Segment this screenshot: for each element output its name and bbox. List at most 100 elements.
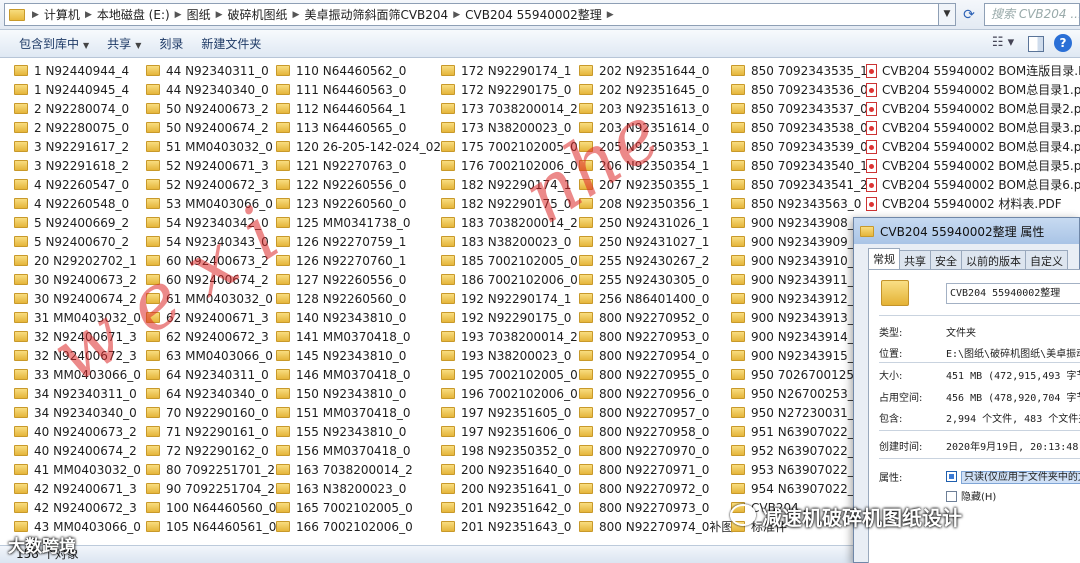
file-item[interactable]: 800 N92270952_0 xyxy=(579,308,733,327)
file-item[interactable]: 800 N92270974_0补图 xyxy=(579,517,733,536)
file-item[interactable]: 850 N92343563_0 xyxy=(731,194,868,213)
file-item[interactable]: 950 N27230031_1 xyxy=(731,403,868,422)
file-item[interactable]: 156 MM0370418_0 xyxy=(276,441,441,460)
file-item[interactable]: 192 N92290175_0 xyxy=(441,308,578,327)
file-item[interactable]: 64 N92340311_0 xyxy=(146,365,276,384)
file-item[interactable]: 141 MM0370418_0 xyxy=(276,327,441,346)
file-item[interactable]: 205 N92350353_1 xyxy=(579,137,733,156)
breadcrumb-drawings[interactable]: 图纸 xyxy=(185,6,213,23)
file-item[interactable]: CVB204 55940002 BOM总目录5.pdf xyxy=(866,156,1080,175)
file-item[interactable]: 800 N92270970_0 xyxy=(579,441,733,460)
file-item[interactable]: 850 7092343540_1 xyxy=(731,156,868,175)
file-item[interactable]: 30 N92400674_2 xyxy=(14,289,141,308)
file-item[interactable]: 34 N92340311_0 xyxy=(14,384,141,403)
file-item[interactable]: 183 N38200023_0 xyxy=(441,232,578,251)
file-item[interactable]: 126 N92270760_1 xyxy=(276,251,441,270)
file-item[interactable]: 60 N92400674_2 xyxy=(146,270,276,289)
file-item[interactable]: 5 N92400670_2 xyxy=(14,232,141,251)
new-folder-button[interactable]: 新建文件夹 xyxy=(192,33,270,55)
file-item[interactable]: 954 N63907022_0 xyxy=(731,479,868,498)
file-item[interactable]: 54 N92340342_0 xyxy=(146,213,276,232)
file-item[interactable]: 40 N92400674_2 xyxy=(14,441,141,460)
file-item[interactable]: 900 N92343911_1 xyxy=(731,270,868,289)
file-item[interactable]: 950 7026700125_0 xyxy=(731,365,868,384)
chevron-right-icon[interactable]: ▶ xyxy=(450,10,463,20)
address-bar[interactable]: ▶ 计算机 ▶ 本地磁盘 (E:) ▶ 图纸 ▶ 破碎机图纸 ▶ 美卓振动筛斜面… xyxy=(4,3,956,26)
file-item[interactable]: 256 N86401400_0 xyxy=(579,289,733,308)
share-button[interactable]: 共享 ▼ xyxy=(98,33,150,55)
file-item[interactable]: 195 7002102005_0 xyxy=(441,365,578,384)
file-item[interactable]: 186 7002102006_0 xyxy=(441,270,578,289)
file-item[interactable]: 850 7092343536_0 xyxy=(731,80,868,99)
chevron-right-icon[interactable]: ▶ xyxy=(172,10,185,20)
file-item[interactable]: 125 MM0341738_0 xyxy=(276,213,441,232)
file-item[interactable]: 200 N92351641_0 xyxy=(441,479,578,498)
file-item[interactable]: 40 N92400673_2 xyxy=(14,422,141,441)
file-item[interactable]: 175 7002102005_0 xyxy=(441,137,578,156)
file-item[interactable]: 100 N64460560_0 xyxy=(146,498,276,517)
file-item[interactable]: 208 N92350356_1 xyxy=(579,194,733,213)
file-item[interactable]: 32 N92400671_3 xyxy=(14,327,141,346)
file-item[interactable]: 172 N92290174_1 xyxy=(441,61,578,80)
breadcrumb-screen-folder[interactable]: 美卓振动筛斜面筛CVB204 xyxy=(302,6,450,23)
include-in-library-button[interactable]: 包含到库中 ▼ xyxy=(10,33,98,55)
file-item[interactable]: 34 N92340340_0 xyxy=(14,403,141,422)
file-item[interactable]: 255 N92430267_2 xyxy=(579,251,733,270)
file-item[interactable]: 182 N92290175_0 xyxy=(441,194,578,213)
file-item[interactable]: 20 N29202702_1 xyxy=(14,251,141,270)
file-item[interactable]: 800 N92270973_0 xyxy=(579,498,733,517)
file-item[interactable]: 44 N92340340_0 xyxy=(146,80,276,99)
file-item[interactable]: 1 N92440945_4 xyxy=(14,80,141,99)
breadcrumb-crusher-drawings[interactable]: 破碎机图纸 xyxy=(226,6,290,23)
file-item[interactable]: 5 N92400669_2 xyxy=(14,213,141,232)
file-item[interactable]: 166 7002102006_0 xyxy=(276,517,441,536)
file-item[interactable]: 3 N92291618_2 xyxy=(14,156,141,175)
file-item[interactable]: 31 MM0403032_0 xyxy=(14,308,141,327)
file-item[interactable]: CVB204 55940002 BOM总目录6.pdf xyxy=(866,175,1080,194)
hidden-check-icon[interactable] xyxy=(946,491,957,502)
dialog-title-bar[interactable]: CVB204 55940002整理 属性 xyxy=(854,218,1079,244)
file-item[interactable]: 165 7002102005_0 xyxy=(276,498,441,517)
file-item[interactable]: 850 7092343535_1 xyxy=(731,61,868,80)
file-item[interactable]: 50 N92400674_2 xyxy=(146,118,276,137)
file-item[interactable]: 151 MM0370418_0 xyxy=(276,403,441,422)
file-item[interactable]: 197 N92351606_0 xyxy=(441,422,578,441)
preview-pane-icon[interactable] xyxy=(1028,36,1044,52)
file-item[interactable]: 60 N92400673_2 xyxy=(146,251,276,270)
address-history-dropdown[interactable]: ▼ xyxy=(938,3,956,26)
file-item[interactable]: 900 N92343915_1 xyxy=(731,346,868,365)
file-item[interactable]: 146 MM0370418_0 xyxy=(276,365,441,384)
file-item[interactable]: CVB204 55940002 材料表.PDF xyxy=(866,194,1080,213)
file-item[interactable]: 800 N92270955_0 xyxy=(579,365,733,384)
file-item[interactable]: 950 N26700253_0 xyxy=(731,384,868,403)
file-item[interactable]: 800 N92270958_0 xyxy=(579,422,733,441)
file-item[interactable]: 42 N92400671_3 xyxy=(14,479,141,498)
file-item[interactable]: 197 N92351605_0 xyxy=(441,403,578,422)
file-item[interactable]: 173 7038200014_2 xyxy=(441,99,578,118)
file-item[interactable]: 198 N92350352_0 xyxy=(441,441,578,460)
file-item[interactable]: 52 N92400672_3 xyxy=(146,175,276,194)
file-item[interactable]: 185 7002102005_0 xyxy=(441,251,578,270)
file-item[interactable]: 70 N92290160_0 xyxy=(146,403,276,422)
chevron-right-icon[interactable]: ▶ xyxy=(213,10,226,20)
tab-previous-versions[interactable]: 以前的版本 xyxy=(961,250,1026,269)
file-item[interactable]: 121 N92270763_0 xyxy=(276,156,441,175)
file-item[interactable]: 201 N92351642_0 xyxy=(441,498,578,517)
file-item[interactable]: 900 N92343910_1 xyxy=(731,251,868,270)
tab-sharing[interactable]: 共享 xyxy=(899,250,931,269)
file-item[interactable]: 255 N92430305_0 xyxy=(579,270,733,289)
view-options-icon[interactable]: ☷ ▾ xyxy=(988,33,1018,53)
file-item[interactable]: 900 N92343909_0 xyxy=(731,232,868,251)
breadcrumb-drive-e[interactable]: 本地磁盘 (E:) xyxy=(95,6,172,23)
tab-security[interactable]: 安全 xyxy=(930,250,962,269)
file-item[interactable]: 51 MM0403032_0 xyxy=(146,137,276,156)
file-item[interactable]: 145 N92343810_0 xyxy=(276,346,441,365)
refresh-icon[interactable]: ⟳ xyxy=(960,6,978,24)
file-item[interactable]: 122 N92260556_0 xyxy=(276,175,441,194)
readonly-check-icon[interactable] xyxy=(946,471,957,482)
file-item[interactable]: 173 N38200023_0 xyxy=(441,118,578,137)
file-item[interactable]: 155 N92343810_0 xyxy=(276,422,441,441)
file-item[interactable]: 850 7092343538_0 xyxy=(731,118,868,137)
file-item[interactable]: CVB204 55940002 BOM总目录4.pdf xyxy=(866,137,1080,156)
file-item[interactable]: 900 N92343913_1 xyxy=(731,308,868,327)
